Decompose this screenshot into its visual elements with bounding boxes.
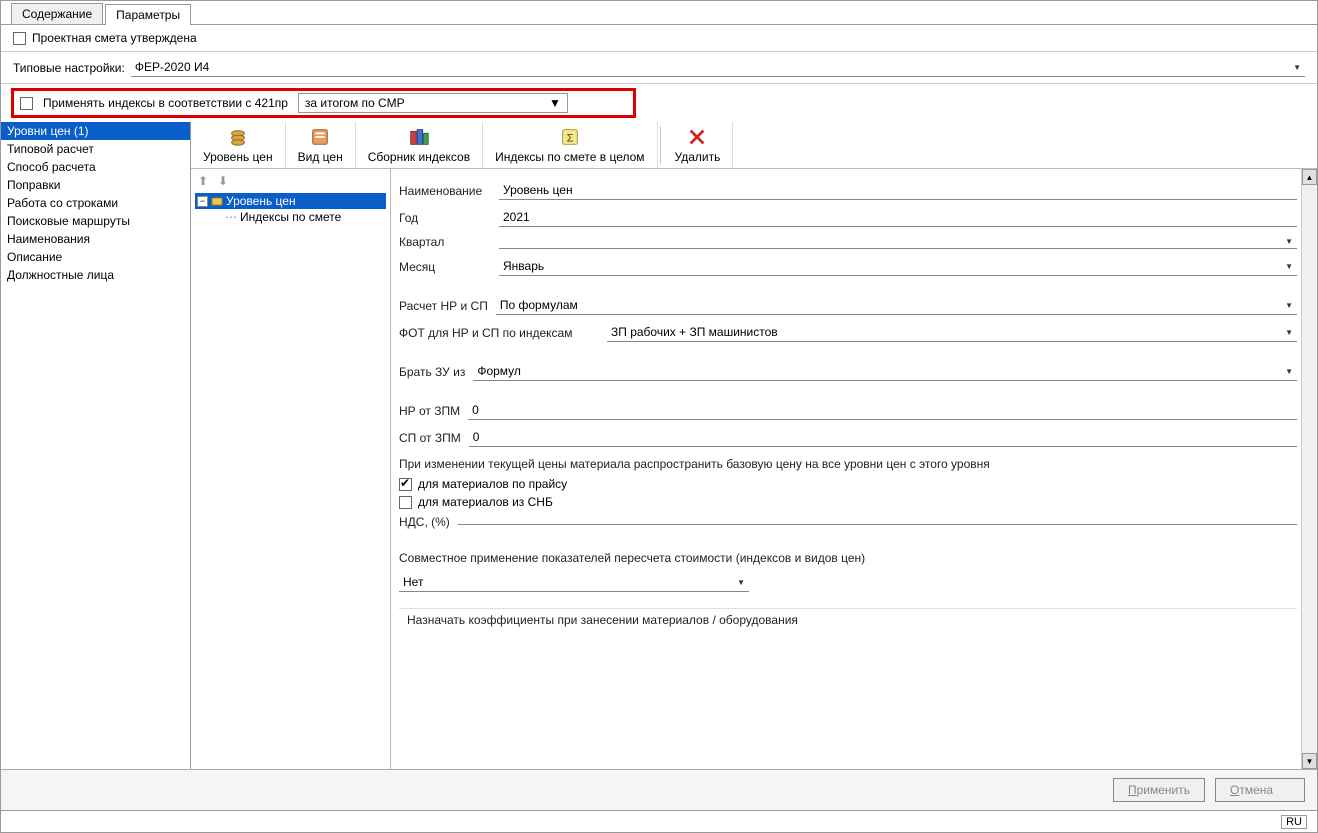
- nr-sp-combo[interactable]: По формулам▼: [496, 296, 1297, 315]
- materials-price-checkbox[interactable]: [399, 478, 412, 491]
- chevron-down-icon: ▼: [1285, 237, 1293, 246]
- tree-move-up-button[interactable]: ⬆: [195, 173, 211, 189]
- button-bar: Применить Отмена: [1, 769, 1317, 810]
- chevron-down-icon: ▼: [1285, 367, 1293, 376]
- delete-icon: [686, 126, 708, 148]
- chevron-down-icon: ▼: [1285, 262, 1293, 271]
- form-pane: Наименование Уровень цен▼ Год 2021▼ Квар…: [391, 169, 1317, 769]
- chevron-down-icon: ▼: [1293, 63, 1301, 72]
- apply-index-value: за итогом по СМР: [305, 96, 405, 110]
- chevron-down-icon: ▼: [737, 578, 745, 587]
- typical-settings-row: Типовые настройки: ФЕР-2020 И4 ▼: [1, 52, 1317, 84]
- cancel-button[interactable]: Отмена: [1215, 778, 1305, 802]
- nds-field[interactable]: ▼: [458, 520, 1297, 525]
- toolbar-price-view-label: Вид цен: [298, 150, 343, 164]
- month-combo[interactable]: Январь▼: [499, 257, 1297, 276]
- chevron-down-icon: ▼: [1285, 328, 1293, 337]
- sp-zpm-label: СП от ЗПМ: [399, 431, 461, 445]
- joint-use-label: Совместное применение показателей пересч…: [399, 545, 1297, 569]
- tree-root-label: Уровень цен: [226, 194, 296, 208]
- apply-index-checkbox[interactable]: [20, 97, 33, 110]
- tab-strip: Содержание Параметры: [1, 1, 1317, 25]
- svg-text:Σ: Σ: [566, 133, 573, 145]
- year-field[interactable]: 2021▼: [499, 208, 1297, 227]
- tree-child-label: Индексы по смете: [240, 210, 341, 224]
- sidebar-item-names[interactable]: Наименования: [1, 230, 190, 248]
- nr-zpm-field[interactable]: 0▼: [468, 401, 1297, 420]
- zu-label: Брать ЗУ из: [399, 365, 465, 379]
- toolbar-delete-button[interactable]: Удалить: [663, 122, 734, 168]
- fot-combo[interactable]: ЗП рабочих + ЗП машинистов▼: [607, 323, 1297, 342]
- sidebar-item-officials[interactable]: Должностные лица: [1, 266, 190, 284]
- approved-row: Проектная смета утверждена: [1, 25, 1317, 52]
- zu-combo[interactable]: Формул▼: [473, 362, 1297, 381]
- chevron-down-icon: ▼: [1285, 301, 1293, 310]
- approved-label: Проектная смета утверждена: [32, 31, 197, 45]
- sidebar-item-typical-calc[interactable]: Типовой расчет: [1, 140, 190, 158]
- tree-root-node[interactable]: − Уровень цен: [195, 193, 386, 209]
- sidebar-item-corrections[interactable]: Поправки: [1, 176, 190, 194]
- book-icon: [309, 126, 331, 148]
- toolbar-price-view-button[interactable]: Вид цен: [286, 122, 356, 168]
- coins-icon: [227, 126, 249, 148]
- typical-settings-label: Типовые настройки:: [13, 61, 125, 75]
- nr-sp-label: Расчет НР и СП: [399, 299, 488, 313]
- toolbar-index-collection-button[interactable]: Сборник индексов: [356, 122, 483, 168]
- sp-zpm-field[interactable]: 0▼: [469, 428, 1297, 447]
- language-indicator[interactable]: RU: [1281, 815, 1307, 829]
- sidebar-item-description[interactable]: Описание: [1, 248, 190, 266]
- toolbar-separator: [660, 126, 661, 164]
- fot-label: ФОТ для НР и СП по индексам: [399, 326, 599, 340]
- sidebar-item-calc-method[interactable]: Способ расчета: [1, 158, 190, 176]
- sidebar-item-lines-work[interactable]: Работа со строками: [1, 194, 190, 212]
- toolbar: Уровень цен Вид цен Сборник индексов Σ И…: [191, 122, 1317, 169]
- scroll-up-icon[interactable]: ▲: [1302, 169, 1317, 185]
- vertical-scrollbar[interactable]: ▲ ▼: [1301, 169, 1317, 769]
- typical-settings-combo[interactable]: ФЕР-2020 И4 ▼: [131, 58, 1305, 77]
- sidebar: Уровни цен (1) Типовой расчет Способ рас…: [1, 122, 191, 769]
- name-label: Наименование: [399, 184, 499, 198]
- name-field[interactable]: Уровень цен▼: [499, 181, 1297, 200]
- sidebar-item-price-levels[interactable]: Уровни цен (1): [1, 122, 190, 140]
- apply-index-highlight: Применять индексы в соответствии с 421пр…: [11, 88, 636, 118]
- status-bar: RU: [1, 810, 1317, 832]
- tree-child-node[interactable]: ⋯ Индексы по смете: [223, 209, 386, 225]
- collapse-icon[interactable]: −: [197, 196, 208, 207]
- apply-index-label: Применять индексы в соответствии с 421пр: [43, 96, 288, 110]
- toolbar-index-estimate-label: Индексы по смете в целом: [495, 150, 644, 164]
- sidebar-item-search-routes[interactable]: Поисковые маршруты: [1, 212, 190, 230]
- typical-settings-value: ФЕР-2020 И4: [135, 60, 209, 74]
- chevron-down-icon: ▼: [549, 96, 561, 110]
- approved-checkbox[interactable]: [13, 32, 26, 45]
- scroll-down-icon[interactable]: ▼: [1302, 753, 1317, 769]
- materials-price-label: для материалов по прайсу: [418, 477, 567, 491]
- month-label: Месяц: [399, 260, 499, 274]
- tab-content[interactable]: Содержание: [11, 3, 103, 24]
- books-icon: [408, 126, 430, 148]
- joint-use-combo[interactable]: Нет▼: [399, 573, 749, 592]
- assign-coefficients-label: Назначать коэффициенты при занесении мат…: [399, 608, 1297, 631]
- nr-zpm-label: НР от ЗПМ: [399, 404, 460, 418]
- apply-button[interactable]: Применить: [1113, 778, 1205, 802]
- toolbar-index-estimate-button[interactable]: Σ Индексы по смете в целом: [483, 122, 657, 168]
- folder-icon: [211, 195, 223, 207]
- year-label: Год: [399, 211, 499, 225]
- tree-move-down-button[interactable]: ⬇: [215, 173, 231, 189]
- quarter-label: Квартал: [399, 235, 499, 249]
- quarter-combo[interactable]: ▼: [499, 235, 1297, 249]
- toolbar-price-level-label: Уровень цен: [203, 150, 273, 164]
- toolbar-delete-label: Удалить: [675, 150, 721, 164]
- materials-snb-label: для материалов из СНБ: [418, 495, 553, 509]
- nds-label: НДС, (%): [399, 515, 450, 529]
- toolbar-index-collection-label: Сборник индексов: [368, 150, 470, 164]
- propagate-note: При изменении текущей цены материала рас…: [399, 451, 1297, 475]
- apply-index-combo[interactable]: за итогом по СМР ▼: [298, 93, 568, 113]
- tab-parameters[interactable]: Параметры: [105, 4, 191, 25]
- tree-connector: ⋯: [225, 210, 237, 224]
- sigma-icon: Σ: [559, 126, 581, 148]
- materials-snb-checkbox[interactable]: [399, 496, 412, 509]
- tree-pane: ⬆ ⬇ − Уровень цен ⋯ Индексы по смете: [191, 169, 391, 769]
- toolbar-price-level-button[interactable]: Уровень цен: [191, 122, 286, 168]
